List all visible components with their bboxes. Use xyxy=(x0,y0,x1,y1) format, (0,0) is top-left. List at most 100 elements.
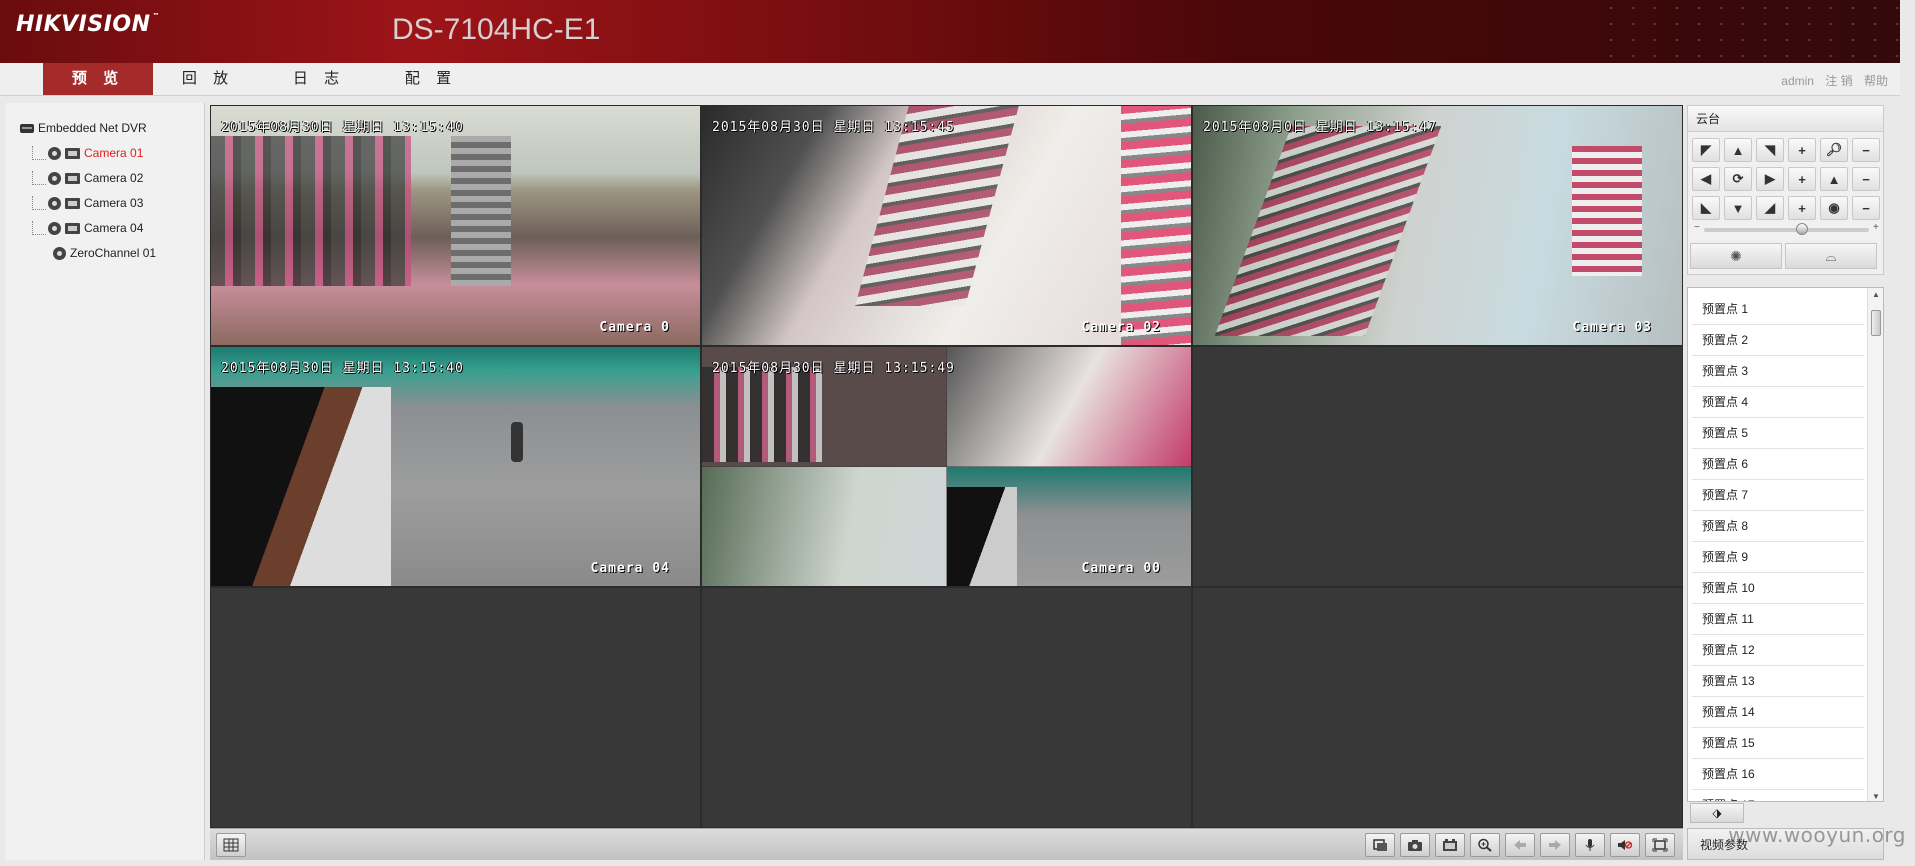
preset-item[interactable]: 预置点 4 xyxy=(1692,387,1864,418)
scroll-thumb[interactable] xyxy=(1871,310,1881,336)
preset-item[interactable]: 预置点 2 xyxy=(1692,325,1864,356)
video-cell-1[interactable]: 2015年08月30日 星期日 13:15:40 Camera 0 xyxy=(211,106,700,345)
ptz-speed-slider[interactable] xyxy=(1704,223,1869,235)
layout-select-button[interactable] xyxy=(216,833,246,857)
record-icon[interactable] xyxy=(48,221,61,235)
preset-call-button[interactable]: ⬗ xyxy=(1690,803,1744,823)
next-page-button[interactable] xyxy=(1540,833,1570,857)
video-record-icon xyxy=(1443,839,1457,851)
tree-item-camera-03[interactable]: Camera 03 xyxy=(32,193,143,213)
ptz-down-right-button[interactable]: ◢ xyxy=(1756,196,1784,220)
osd-timestamp: 2015年08月30日 星期日 13:15:49 xyxy=(712,361,955,376)
capture-button[interactable] xyxy=(1400,833,1430,857)
preset-item[interactable]: 预置点 8 xyxy=(1692,511,1864,542)
hikvision-logo: HIKVISION ™ xyxy=(16,12,161,37)
header-dot-pattern xyxy=(1600,0,1900,63)
speed-minus-icon: − xyxy=(1694,222,1700,233)
preset-item[interactable]: 预置点 10 xyxy=(1692,573,1864,604)
focus-far-button[interactable]: − xyxy=(1852,167,1880,191)
fullscreen-button[interactable] xyxy=(1645,833,1675,857)
ptz-title: 云台 xyxy=(1688,106,1883,132)
ptz-left-button[interactable]: ◀ xyxy=(1692,167,1720,191)
preset-item[interactable]: 预置点 7 xyxy=(1692,480,1864,511)
tree-item-camera-01[interactable]: Camera 01 xyxy=(32,143,143,163)
record-icon[interactable] xyxy=(48,146,61,160)
preset-item[interactable]: 预置点 11 xyxy=(1692,604,1864,635)
ptz-down-left-button[interactable]: ◣ xyxy=(1692,196,1720,220)
tree-item-zero-channel[interactable]: ZeroChannel 01 xyxy=(53,243,156,263)
tab-playback[interactable]: 回 放 xyxy=(153,63,263,95)
wiper-button[interactable]: ⌓ xyxy=(1785,243,1877,269)
osd-timestamp: 2015年08月30日 星期日 13:15:45 xyxy=(712,120,955,135)
tab-log[interactable]: 日 志 xyxy=(264,63,374,95)
record-icon[interactable] xyxy=(48,171,61,185)
ptz-up-right-button[interactable]: ◥ xyxy=(1756,138,1784,162)
zoom-out-button[interactable]: − xyxy=(1852,138,1880,162)
osd-camera-name: Camera 00 xyxy=(1081,561,1161,576)
osd-timestamp: 2015年08月0日 星期日 13:15:47 xyxy=(1203,120,1438,135)
video-cell-6[interactable] xyxy=(1193,347,1682,586)
video-cell-4[interactable]: 2015年08月30日 星期日 13:15:40 Camera 04 xyxy=(211,347,700,586)
ptz-right-button[interactable]: ▶ xyxy=(1756,167,1784,191)
ptz-up-button[interactable]: ▲ xyxy=(1724,138,1752,162)
preset-item[interactable]: 预置点 5 xyxy=(1692,418,1864,449)
focus-near-button[interactable]: + xyxy=(1788,167,1816,191)
zoom-in-button[interactable]: + xyxy=(1788,138,1816,162)
iris-open-button[interactable]: + xyxy=(1788,196,1816,220)
tree-root-dvr[interactable]: Embedded Net DVR xyxy=(20,118,147,138)
video-cell-2[interactable]: 2015年08月30日 星期日 13:15:45 Camera 02 xyxy=(702,106,1191,345)
light-icon: ✺ xyxy=(1730,247,1742,264)
tab-preview[interactable]: 预 览 xyxy=(43,63,153,95)
focus-icon: ▲ xyxy=(1820,167,1848,191)
tree-item-camera-02[interactable]: Camera 02 xyxy=(32,168,143,188)
dvr-icon xyxy=(20,123,34,133)
tree-item-camera-04[interactable]: Camera 04 xyxy=(32,218,143,238)
preset-item[interactable]: 预置点 9 xyxy=(1692,542,1864,573)
slider-knob[interactable] xyxy=(1796,223,1808,235)
logout-link[interactable]: 注 销 xyxy=(1825,74,1852,88)
video-feed xyxy=(1193,106,1682,345)
arrow-left-icon xyxy=(1514,840,1526,850)
scroll-up-icon[interactable]: ▲ xyxy=(1872,290,1880,299)
video-cell-8[interactable] xyxy=(702,588,1191,827)
preset-item[interactable]: 预置点 12 xyxy=(1692,635,1864,666)
record-icon[interactable] xyxy=(53,246,66,260)
preset-item[interactable]: 预置点 1 xyxy=(1692,294,1864,325)
preset-item[interactable]: 预置点 14 xyxy=(1692,697,1864,728)
grid-layout-icon xyxy=(223,838,239,852)
light-button[interactable]: ✺ xyxy=(1690,243,1782,269)
preview-toolbar xyxy=(210,828,1683,860)
previous-page-button[interactable] xyxy=(1505,833,1535,857)
preset-item[interactable]: 预置点 16 xyxy=(1692,759,1864,790)
ptz-down-button[interactable]: ▼ xyxy=(1724,196,1752,220)
talk-button[interactable] xyxy=(1575,833,1605,857)
scroll-down-icon[interactable]: ▼ xyxy=(1872,792,1880,801)
camera-label: Camera 01 xyxy=(84,146,144,160)
preset-scrollbar[interactable]: ▲ ▼ xyxy=(1867,288,1883,801)
camera-label: Camera 04 xyxy=(84,221,144,235)
preset-item[interactable]: 预置点 13 xyxy=(1692,666,1864,697)
help-link[interactable]: 帮助 xyxy=(1864,74,1888,88)
username: admin xyxy=(1781,74,1814,88)
video-cell-3[interactable]: 2015年08月0日 星期日 13:15:47 Camera 03 xyxy=(1193,106,1682,345)
video-cell-9[interactable] xyxy=(1193,588,1682,827)
record-button[interactable] xyxy=(1435,833,1465,857)
tab-config[interactable]: 配 置 xyxy=(376,63,486,95)
video-feed xyxy=(702,347,1191,586)
video-cell-7[interactable] xyxy=(211,588,700,827)
ptz-auto-button[interactable]: ⟳ xyxy=(1724,167,1752,191)
stop-all-preview-button[interactable] xyxy=(1365,833,1395,857)
video-cell-5[interactable]: 2015年08月30日 星期日 13:15:49 Camera 00 xyxy=(702,347,1191,586)
preset-item[interactable]: 预置点 15 xyxy=(1692,728,1864,759)
record-icon[interactable] xyxy=(48,196,61,210)
tree-branch-icon xyxy=(32,196,46,210)
iris-close-button[interactable]: − xyxy=(1852,196,1880,220)
ptz-up-left-button[interactable]: ◤ xyxy=(1692,138,1720,162)
preset-item[interactable]: 预置点 3 xyxy=(1692,356,1864,387)
zero-channel-label: ZeroChannel 01 xyxy=(70,246,157,260)
preset-item[interactable]: 预置点 17 xyxy=(1692,790,1864,801)
digital-zoom-button[interactable] xyxy=(1470,833,1500,857)
camera-icon xyxy=(65,172,80,184)
audio-button[interactable] xyxy=(1610,833,1640,857)
preset-item[interactable]: 预置点 6 xyxy=(1692,449,1864,480)
